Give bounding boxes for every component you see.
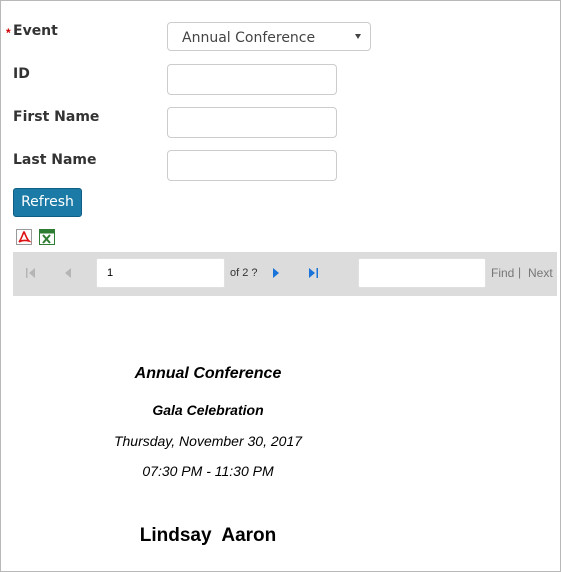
report-time: 07:30 PM - 11:30 PM — [142, 463, 274, 479]
required-marker: * — [6, 26, 11, 40]
first-name-label: First Name — [13, 109, 100, 125]
find-next-separator: | — [518, 265, 522, 279]
event-select[interactable]: Annual Conference — [167, 22, 371, 51]
find-link[interactable]: Find — [491, 266, 514, 280]
report-session-title: Gala Celebration — [152, 402, 264, 418]
previous-page-icon[interactable] — [63, 266, 73, 284]
event-label: Event — [13, 23, 58, 39]
last-page-icon[interactable] — [307, 266, 321, 284]
id-label: ID — [13, 66, 30, 82]
first-name-input[interactable] — [167, 107, 337, 138]
excel-export-icon[interactable] — [39, 229, 55, 245]
report-toolbar: 1 of 2 ? Find | Next — [13, 252, 557, 296]
last-name-label: Last Name — [13, 152, 97, 168]
page-count: of 2 ? — [230, 267, 258, 279]
pdf-export-icon[interactable] — [16, 229, 32, 245]
refresh-button[interactable]: Refresh — [13, 188, 82, 217]
next-link[interactable]: Next — [528, 266, 553, 280]
last-name-input[interactable] — [167, 150, 337, 181]
next-page-icon[interactable] — [271, 266, 281, 284]
find-input[interactable] — [358, 258, 486, 288]
page-number-input[interactable]: 1 — [96, 258, 225, 288]
id-input[interactable] — [167, 64, 337, 95]
report-attendee-name: Lindsay Aaron — [139, 525, 277, 546]
report-event-title: Annual Conference — [134, 365, 282, 382]
report-date: Thursday, November 30, 2017 — [113, 433, 303, 449]
chevron-down-icon — [355, 34, 361, 39]
event-select-value: Annual Conference — [182, 30, 316, 46]
first-page-icon[interactable] — [25, 266, 37, 284]
